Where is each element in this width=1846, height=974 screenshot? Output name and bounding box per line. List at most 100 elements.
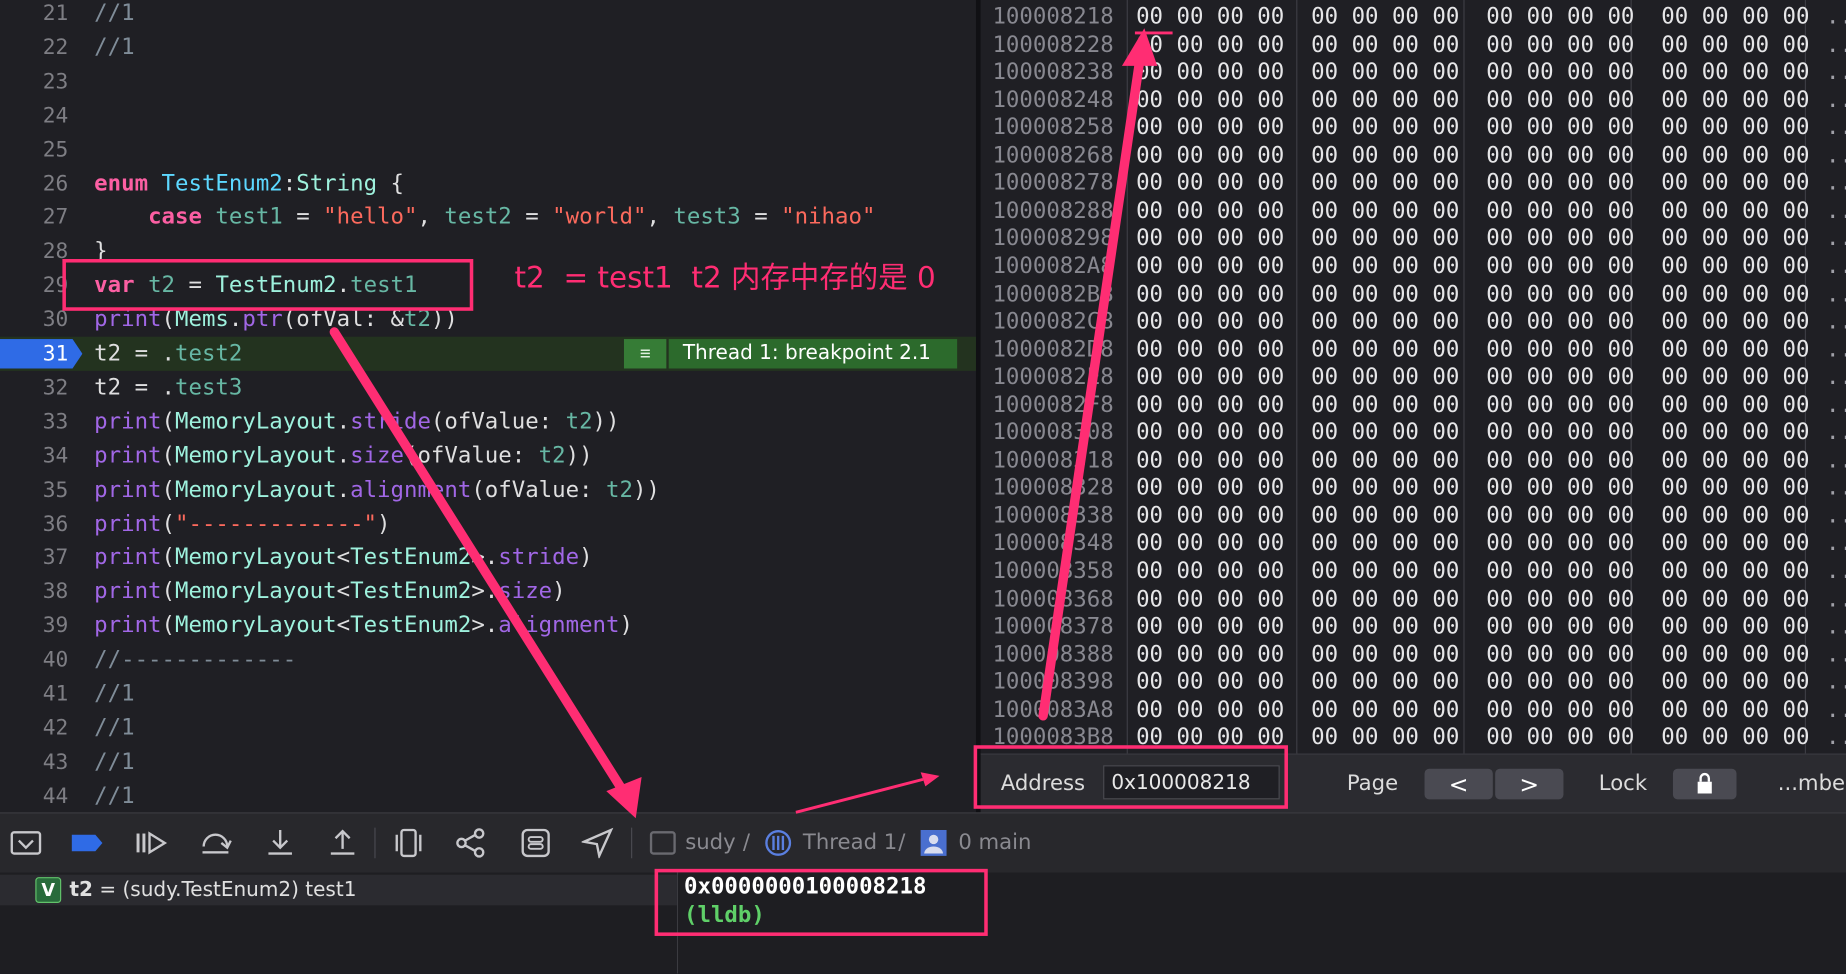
lock-label: Lock — [1598, 771, 1648, 796]
memory-bytes[interactable]: 00 00 00 00 00 00 00 00 00 00 00 00 00 0… — [1136, 225, 1809, 253]
memory-bytes[interactable]: 00 00 00 00 00 00 00 00 00 00 00 00 00 0… — [1136, 87, 1809, 115]
code-line[interactable]: 25 — [0, 133, 977, 167]
line-number: 28 — [42, 239, 69, 265]
memory-address: 100008228 — [992, 31, 1114, 58]
line-number: 31 — [42, 341, 69, 367]
number-format-label[interactable]: ...mber — [1778, 771, 1846, 796]
memory-bytes[interactable]: 00 00 00 00 00 00 00 00 00 00 00 00 00 0… — [1136, 281, 1809, 309]
code-editor[interactable]: 21 //1 22 //1 23 24 25 26 enum TestEnum2:String … — [0, 0, 978, 813]
memory-ascii: .. — [1825, 308, 1846, 335]
memory-bytes[interactable]: 00 00 00 00 00 00 00 00 00 00 00 00 00 0… — [1136, 198, 1809, 226]
line-number: 23 — [42, 69, 69, 94]
step-out-icon[interactable] — [326, 828, 359, 859]
code-line[interactable]: 21 //1 — [0, 0, 977, 31]
code-line[interactable]: 27 case test1 = "hello", test2 = "world"… — [0, 201, 977, 235]
previous-page-button[interactable]: < — [1424, 768, 1493, 800]
memory-bytes[interactable]: 00 00 00 00 00 00 00 00 00 00 00 00 00 0… — [1136, 586, 1809, 614]
variable-row[interactable]: V t2 = (sudy.TestEnum2) test1 — [0, 874, 677, 906]
code-line[interactable]: 37 print(MemoryLayout<TestEnum2>.stride) — [0, 541, 977, 575]
step-over-icon[interactable] — [199, 828, 232, 859]
memory-bytes[interactable]: 00 00 00 00 00 00 00 00 00 00 00 00 00 0… — [1136, 392, 1809, 420]
code-line[interactable]: 39 print(MemoryLayout<TestEnum2>.alignmen… — [0, 609, 977, 643]
memory-bytes[interactable]: 00 00 00 00 00 00 00 00 00 00 00 00 00 0… — [1136, 475, 1809, 503]
memory-bytes[interactable]: 00 00 00 00 00 00 00 00 00 00 00 00 00 0… — [1136, 309, 1809, 337]
xcode-debug-window: 21 //1 22 //1 23 24 25 26 enum TestEnum2:String … — [0, 0, 1846, 974]
memory-address: 100008368 — [992, 585, 1114, 612]
code-line[interactable]: 36 print("-------------") — [0, 507, 977, 541]
code-text: //1 — [94, 714, 135, 741]
simulate-location-icon[interactable] — [581, 827, 615, 859]
hide-debug-area-icon[interactable] — [9, 828, 42, 859]
code-line[interactable]: 42 //1 — [0, 711, 977, 745]
memory-bytes[interactable]: 00 00 00 00 00 00 00 00 00 00 00 00 00 0… — [1136, 613, 1809, 641]
code-text: //1 — [94, 748, 135, 775]
line-number: 22 — [42, 35, 69, 60]
code-text: case test1 = "hello", test2 = "world", t… — [148, 204, 876, 231]
code-line[interactable]: 33 print(MemoryLayout.stride(ofValue: t2)… — [0, 405, 977, 439]
code-line[interactable]: 44 //1 — [0, 779, 977, 812]
code-line[interactable]: 41 //1 — [0, 677, 977, 711]
environment-overrides-icon[interactable] — [519, 828, 552, 859]
memory-bytes[interactable]: 00 00 00 00 00 00 00 00 00 00 00 00 00 0… — [1136, 31, 1809, 59]
code-line[interactable]: 31 t2 = .test2 ≡ Thread 1: breakpoint 2.1 — [0, 336, 978, 371]
code-line[interactable]: 35 print(MemoryLayout.alignment(ofValue: … — [0, 473, 977, 507]
memory-address: 100008318 — [992, 447, 1114, 474]
memory-ascii: .. — [1825, 31, 1846, 58]
code-line[interactable]: 38 print(MemoryLayout<TestEnum2>.size) — [0, 575, 977, 609]
code-line[interactable]: 43 //1 — [0, 745, 977, 779]
memory-address: 1000082D8 — [992, 336, 1114, 363]
breakpoints-toggle-icon[interactable] — [71, 828, 104, 859]
toolbar-separator — [631, 827, 633, 859]
line-number: 34 — [42, 443, 69, 469]
code-line[interactable]: 24 — [0, 99, 977, 133]
memory-bytes[interactable]: 00 00 00 00 00 00 00 00 00 00 00 00 00 0… — [1136, 170, 1809, 198]
memory-bytes[interactable]: 00 00 00 00 00 00 00 00 00 00 00 00 00 0… — [1136, 142, 1809, 170]
code-line[interactable]: 40 //------------- — [0, 643, 977, 677]
memory-ascii: .. — [1825, 336, 1846, 363]
code-text: print(MemoryLayout<TestEnum2>.size) — [94, 578, 566, 605]
memory-ascii: .. — [1825, 613, 1846, 640]
debug-view-hierarchy-icon[interactable] — [392, 828, 425, 859]
memory-bytes[interactable]: 00 00 00 00 00 00 00 00 00 00 00 00 00 0… — [1136, 4, 1809, 32]
memory-bytes[interactable]: 00 00 00 00 00 00 00 00 00 00 00 00 00 0… — [1136, 253, 1809, 281]
breadcrumb-frame[interactable]: 0 main — [958, 830, 1031, 855]
memory-view[interactable]: 100008218 00 00 00 00 00 00 00 00 00 00 0… — [980, 0, 1846, 754]
breadcrumb-target[interactable]: sudy — [685, 830, 735, 855]
memory-bytes[interactable]: 00 00 00 00 00 00 00 00 00 00 00 00 00 0… — [1136, 336, 1809, 364]
lock-button[interactable] — [1672, 768, 1737, 800]
thread-icon — [765, 829, 792, 856]
memory-address: 100008358 — [992, 558, 1114, 584]
memory-address: 1000083A8 — [992, 696, 1114, 723]
memory-address: 100008398 — [992, 668, 1114, 695]
line-number: 39 — [42, 613, 69, 639]
memory-bytes[interactable]: 00 00 00 00 00 00 00 00 00 00 00 00 00 0… — [1136, 558, 1809, 586]
memory-bytes[interactable]: 00 00 00 00 00 00 00 00 00 00 00 00 00 0… — [1136, 503, 1809, 531]
memory-bytes[interactable]: 00 00 00 00 00 00 00 00 00 00 00 00 00 0… — [1136, 669, 1809, 697]
memory-bytes[interactable]: 00 00 00 00 00 00 00 00 00 00 00 00 00 0… — [1136, 641, 1809, 669]
memory-ascii: .. — [1825, 225, 1846, 252]
code-line[interactable]: 32 t2 = .test3 — [0, 371, 977, 405]
breadcrumb-thread[interactable]: Thread 1 — [803, 830, 897, 855]
memory-bytes[interactable]: 00 00 00 00 00 00 00 00 00 00 00 00 00 0… — [1136, 364, 1809, 392]
code-line[interactable]: 34 print(MemoryLayout.size(ofValue: t2)) — [0, 439, 977, 473]
code-line[interactable]: 23 — [0, 65, 977, 99]
next-page-button[interactable]: > — [1495, 768, 1564, 800]
variable-kind-badge: V — [35, 877, 62, 903]
line-number: 30 — [42, 307, 69, 333]
code-line[interactable]: 22 //1 — [0, 30, 977, 64]
memory-bytes[interactable]: 00 00 00 00 00 00 00 00 00 00 00 00 00 0… — [1136, 530, 1809, 558]
code-line[interactable]: 26 enum TestEnum2:String { — [0, 167, 977, 201]
memory-ascii: .. — [1825, 474, 1846, 501]
memory-bytes[interactable]: 00 00 00 00 00 00 00 00 00 00 00 00 00 0… — [1136, 59, 1809, 87]
line-number: 33 — [42, 409, 69, 435]
memory-bytes[interactable]: 00 00 00 00 00 00 00 00 00 00 00 00 00 0… — [1136, 419, 1809, 447]
memory-bytes[interactable]: 00 00 00 00 00 00 00 00 00 00 00 00 00 0… — [1136, 697, 1809, 725]
memory-bytes[interactable]: 00 00 00 00 00 00 00 00 00 00 00 00 00 0… — [1136, 114, 1809, 142]
step-into-icon[interactable] — [264, 828, 297, 859]
breakpoint-badge[interactable]: ≡ Thread 1: breakpoint 2.1 — [623, 339, 957, 369]
variables-view[interactable]: V t2 = (sudy.TestEnum2) test1 — [0, 872, 677, 974]
memory-bytes[interactable]: 00 00 00 00 00 00 00 00 00 00 00 00 00 0… — [1136, 447, 1809, 475]
memory-graph-icon[interactable] — [454, 828, 487, 859]
continue-icon[interactable] — [134, 828, 168, 859]
code-text: //1 — [94, 680, 135, 707]
